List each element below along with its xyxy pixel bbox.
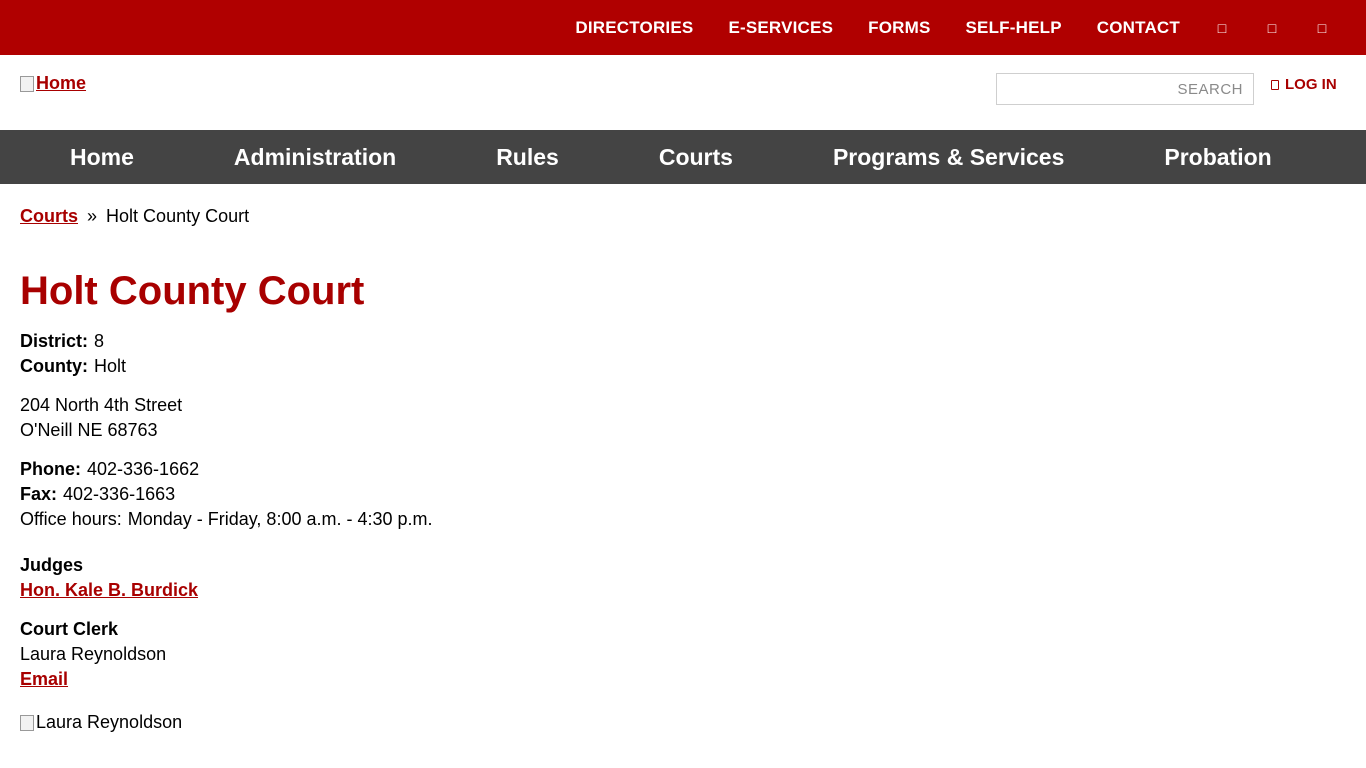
topbar-link-contact[interactable]: CONTACT — [1097, 18, 1180, 38]
topbar-link-self-help[interactable]: SELF-HELP — [966, 18, 1062, 38]
hours-label: Office hours: — [20, 509, 122, 529]
district-label: District: — [20, 331, 89, 351]
fax-label: Fax: — [20, 484, 58, 504]
court-info: District: 8 County: Holt — [20, 329, 1366, 379]
phone-value: 402-336-1662 — [87, 459, 200, 479]
phone-label: Phone: — [20, 459, 81, 479]
breadcrumb-separator: » — [87, 206, 98, 226]
login-label: LOG IN — [1285, 76, 1337, 93]
breadcrumb: Courts » Holt County Court — [20, 206, 1366, 227]
nav-item-administration[interactable]: Administration — [184, 144, 446, 171]
address-line-1: 204 North 4th Street — [20, 395, 183, 415]
district-row: District: 8 — [20, 329, 1366, 354]
main-nav: Home Administration Rules Courts Program… — [0, 130, 1366, 184]
county-label: County: — [20, 356, 88, 376]
topbar-link-forms[interactable]: FORMS — [868, 18, 930, 38]
broken-image-icon — [20, 714, 34, 731]
county-row: County: Holt — [20, 354, 1366, 379]
fax-row: Fax: 402-336-1663 — [20, 482, 1366, 507]
breadcrumb-current: Holt County Court — [106, 206, 250, 226]
clerk-photo-alt: Laura Reynoldson — [36, 712, 183, 732]
topbar-link-e-services[interactable]: E-SERVICES — [728, 18, 833, 38]
utility-bar: DIRECTORIES E-SERVICES FORMS SELF-HELP C… — [0, 0, 1366, 55]
clerk-heading: Court Clerk — [20, 619, 119, 639]
topbar-link-directories[interactable]: DIRECTORIES — [575, 18, 693, 38]
main-content: Courts » Holt County Court Holt County C… — [0, 206, 1366, 733]
phone-row: Phone: 402-336-1662 — [20, 457, 1366, 482]
youtube-icon[interactable]: □ — [1314, 20, 1330, 36]
nav-item-probation[interactable]: Probation — [1114, 144, 1321, 171]
hours-value: Monday - Friday, 8:00 a.m. - 4:30 p.m. — [127, 509, 433, 529]
judges-heading: Judges — [20, 555, 84, 575]
district-value: 8 — [94, 331, 105, 351]
login-link[interactable]: LOG IN — [1271, 76, 1337, 93]
contact-block: Phone: 402-336-1662 Fax: 402-336-1663 Offi… — [20, 457, 1366, 532]
nav-item-rules[interactable]: Rules — [446, 144, 609, 171]
nav-item-programs-services[interactable]: Programs & Services — [783, 144, 1114, 171]
address-line-2: O'Neill NE 68763 — [20, 420, 158, 440]
site-header: Home LOG IN — [0, 55, 1366, 130]
judges-block: Judges Hon. Kale B. Burdick — [20, 553, 1366, 603]
logo-home-link[interactable]: Home — [36, 73, 86, 94]
county-value: Holt — [93, 356, 126, 376]
clerk-email-link[interactable]: Email — [20, 669, 68, 689]
facebook-icon[interactable]: □ — [1214, 20, 1230, 36]
nav-item-home[interactable]: Home — [20, 144, 184, 171]
nav-item-courts[interactable]: Courts — [609, 144, 783, 171]
clerk-block: Court Clerk Laura Reynoldson Email — [20, 617, 1366, 692]
address-block: 204 North 4th Street O'Neill NE 68763 — [20, 393, 1366, 443]
judge-link[interactable]: Hon. Kale B. Burdick — [20, 580, 198, 600]
lock-icon — [1271, 79, 1279, 90]
clerk-name: Laura Reynoldson — [20, 644, 167, 664]
fax-value: 402-336-1663 — [63, 484, 176, 504]
breadcrumb-parent-link[interactable]: Courts — [20, 206, 78, 226]
clerk-photo: Laura Reynoldson — [20, 712, 1366, 733]
site-logo[interactable]: Home — [20, 73, 86, 94]
twitter-icon[interactable]: □ — [1264, 20, 1280, 36]
search-input[interactable] — [996, 73, 1254, 105]
hours-row: Office hours: Monday - Friday, 8:00 a.m. … — [20, 507, 1366, 532]
page-title: Holt County Court — [20, 269, 365, 313]
broken-image-icon — [20, 75, 34, 92]
